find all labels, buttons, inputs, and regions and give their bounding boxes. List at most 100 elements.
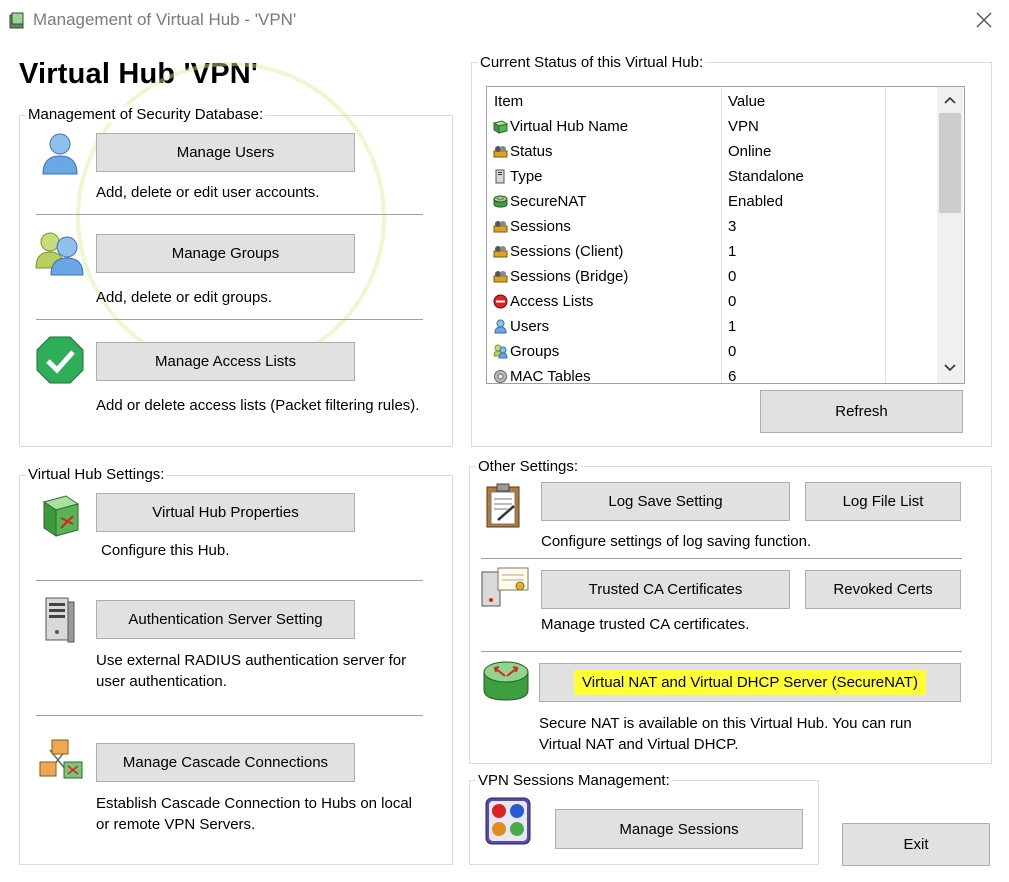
separator xyxy=(481,651,962,652)
manage-cascade-button[interactable]: Manage Cascade Connections xyxy=(96,743,355,782)
status-row-value: Standalone xyxy=(728,168,804,185)
separator xyxy=(36,715,423,716)
log-save-setting-button[interactable]: Log Save Setting xyxy=(541,482,790,521)
manage-users-button[interactable]: Manage Users xyxy=(96,133,355,172)
manage-groups-desc: Add, delete or edit groups. xyxy=(96,289,272,306)
status-row-item: Sessions (Client) xyxy=(493,243,623,260)
hub-properties-icon xyxy=(40,492,82,538)
auth-server-desc-line2: user authentication. xyxy=(96,673,227,690)
log-file-list-button[interactable]: Log File List xyxy=(805,482,961,521)
status-row[interactable]: SecureNAT Enabled xyxy=(487,189,937,214)
column-header-item[interactable]: Item xyxy=(494,93,523,110)
status-listview[interactable]: Item Value Virtual Hub Name VPN Status Onli… xyxy=(486,86,965,384)
status-legend: Current Status of this Virtual Hub: xyxy=(478,54,706,71)
hub-settings-legend: Virtual Hub Settings: xyxy=(26,466,167,483)
status-row-value: 0 xyxy=(728,343,737,360)
trusted-ca-button[interactable]: Trusted CA Certificates xyxy=(541,570,790,609)
status-row-value: Online xyxy=(728,143,772,160)
status-row[interactable]: Virtual Hub Name VPN xyxy=(487,114,937,139)
auth-server-desc-line1: Use external RADIUS authentication serve… xyxy=(96,652,407,669)
status-row-label: Sessions (Client) xyxy=(510,243,624,260)
status-row[interactable]: Status Online xyxy=(487,139,937,164)
scroll-up-arrow-icon[interactable] xyxy=(937,89,963,111)
status-row[interactable]: Access Lists 0 xyxy=(487,289,937,314)
status-row-value: 1 xyxy=(728,318,737,335)
security-db-legend: Management of Security Database: xyxy=(26,106,266,123)
separator xyxy=(481,558,962,559)
status-row-item: Groups xyxy=(493,343,559,360)
cascade-desc: Establish Cascade Connection to Hubs on … xyxy=(96,793,412,835)
manage-access-lists-button[interactable]: Manage Access Lists xyxy=(96,342,355,381)
manage-access-lists-desc: Add or delete access lists (Packet filte… xyxy=(96,397,420,414)
sessions-icon xyxy=(493,244,508,259)
securenat-router-icon xyxy=(481,656,531,706)
column-header-value[interactable]: Value xyxy=(728,93,765,110)
cascade-desc-line1: Establish Cascade Connection to Hubs on … xyxy=(96,795,413,812)
status-row-value: 6 xyxy=(728,368,737,384)
status-row[interactable]: Users 1 xyxy=(487,314,937,339)
manage-users-desc: Add, delete or edit user accounts. xyxy=(96,184,320,201)
group-icon xyxy=(493,344,508,359)
securenat-button[interactable]: Virtual NAT and Virtual DHCP Server (Sec… xyxy=(539,663,961,702)
status-row-label: Access Lists xyxy=(510,293,594,310)
status-row[interactable]: Type Standalone xyxy=(487,164,937,189)
securenat-desc: Secure NAT is available on this Virtual … xyxy=(539,713,912,755)
scrollbar-thumb[interactable] xyxy=(939,113,961,213)
hub-properties-desc: Configure this Hub. xyxy=(101,542,230,559)
status-row-value: VPN xyxy=(728,118,759,135)
status-row[interactable]: Sessions (Bridge) 0 xyxy=(487,264,937,289)
securenat-desc-line1: Secure NAT is available on this Virtual … xyxy=(539,715,912,732)
status-row-label: Sessions xyxy=(510,218,571,235)
securenat-button-label: Virtual NAT and Virtual DHCP Server (Sec… xyxy=(574,670,926,695)
server-icon xyxy=(40,596,80,644)
manage-sessions-button[interactable]: Manage Sessions xyxy=(555,809,803,849)
revoked-certs-button[interactable]: Revoked Certs xyxy=(805,570,961,609)
listview-header: Item Value xyxy=(487,89,937,114)
scroll-down-arrow-icon[interactable] xyxy=(937,357,963,379)
refresh-button[interactable]: Refresh xyxy=(760,390,963,433)
status-row[interactable]: Sessions 3 xyxy=(487,214,937,239)
auth-server-button[interactable]: Authentication Server Setting xyxy=(96,600,355,639)
scrollbar[interactable] xyxy=(937,87,963,383)
status-row[interactable]: Sessions (Client) 1 xyxy=(487,239,937,264)
status-row-item: Sessions (Bridge) xyxy=(493,268,628,285)
cascade-desc-line2: or remote VPN Servers. xyxy=(96,816,256,833)
clipboard-icon xyxy=(484,482,524,530)
separator xyxy=(36,319,423,320)
other-settings-legend: Other Settings: xyxy=(476,458,581,475)
mac-table-icon xyxy=(493,369,508,383)
status-row-item: Type xyxy=(493,168,543,185)
status-row-value: Enabled xyxy=(728,193,784,210)
close-icon[interactable] xyxy=(972,8,996,32)
log-desc: Configure settings of log saving functio… xyxy=(541,533,812,550)
hub-properties-button[interactable]: Virtual Hub Properties xyxy=(96,493,355,532)
sessions-icon xyxy=(493,219,508,234)
securenat-icon xyxy=(493,194,508,209)
status-row-label: SecureNAT xyxy=(510,193,587,210)
hub-icon xyxy=(492,119,509,134)
sessions-legend: VPN Sessions Management: xyxy=(476,772,672,789)
sessions-icon xyxy=(484,796,534,848)
cascade-icon xyxy=(36,736,86,786)
sessions-icon xyxy=(493,269,508,284)
access-list-check-icon xyxy=(36,336,84,384)
status-row-value: 1 xyxy=(728,243,737,260)
auth-server-desc: Use external RADIUS authentication serve… xyxy=(96,650,406,692)
status-row[interactable]: Groups 0 xyxy=(487,339,937,364)
separator xyxy=(36,580,423,581)
status-row-item: Virtual Hub Name xyxy=(492,118,629,135)
status-row-item: MAC Tables xyxy=(493,368,591,384)
exit-button[interactable]: Exit xyxy=(842,823,990,866)
certificate-icon xyxy=(480,566,532,610)
ca-desc: Manage trusted CA certificates. xyxy=(541,616,750,633)
status-row-label: MAC Tables xyxy=(510,368,591,384)
status-row-item: Status xyxy=(493,143,553,160)
status-row-value: 3 xyxy=(728,218,737,235)
status-row[interactable]: MAC Tables 6 xyxy=(487,364,937,384)
status-row-item: Access Lists xyxy=(493,293,593,310)
status-row-value: 0 xyxy=(728,293,737,310)
manage-groups-button[interactable]: Manage Groups xyxy=(96,234,355,273)
status-row-label: Virtual Hub Name xyxy=(510,118,629,135)
user-icon xyxy=(493,319,508,334)
status-icon xyxy=(493,144,508,159)
